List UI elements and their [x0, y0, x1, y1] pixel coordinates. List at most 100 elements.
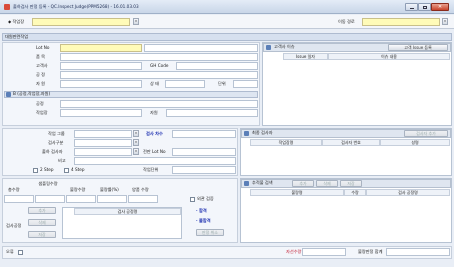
- inspector-col-name[interactable]: 성명: [380, 139, 450, 146]
- pass-label[interactable]: · 합격: [196, 208, 207, 214]
- footer-total-label: 불량판정 합계: [358, 249, 383, 254]
- lot-no-input[interactable]: [60, 44, 142, 52]
- process-label: 공 정: [36, 72, 46, 77]
- process-grid-header[interactable]: 검사 공정명: [74, 208, 181, 215]
- sample-qty-label: 샘플링수량: [38, 181, 58, 186]
- gh-code-label: GH Code: [150, 63, 169, 68]
- sub-resource-input: [166, 109, 258, 117]
- section-title: 대원판련작업: [5, 34, 29, 39]
- defect-rate-input[interactable]: [97, 195, 127, 203]
- section-header: [2, 33, 452, 41]
- route-label: 이동 경로: [338, 19, 355, 24]
- remark-input[interactable]: [74, 157, 236, 165]
- app-icon: [4, 4, 10, 10]
- workplace-input[interactable]: [32, 18, 130, 26]
- fail-label[interactable]: · 불합격: [196, 218, 211, 224]
- close-button[interactable]: ✕: [431, 3, 449, 11]
- lot-no-label: Lot No: [36, 45, 50, 50]
- material-input: [60, 80, 142, 88]
- inspector-input[interactable]: [74, 148, 132, 156]
- maximize-button[interactable]: [418, 3, 431, 11]
- customer-input: [60, 62, 142, 70]
- total-qty-input[interactable]: [4, 195, 34, 203]
- sub-resource-label: 자원: [150, 110, 158, 115]
- defect-panel-title: 추적불 검색: [252, 180, 273, 185]
- defect-col-name[interactable]: 불량명: [250, 189, 344, 196]
- item-label: 품 목: [36, 54, 46, 59]
- step4-checkbox[interactable]: [64, 168, 69, 173]
- process-save-button[interactable]: 저장: [28, 231, 56, 238]
- route-dropdown[interactable]: ▾: [442, 18, 448, 25]
- inspector-icon: [244, 131, 249, 136]
- group-dropdown[interactable]: ▾: [133, 130, 139, 137]
- title-bar: 출하검사 판정 등록 - QC.Inspect Judge(PPM5268) -…: [0, 0, 454, 14]
- footer-defect-label: 자선수량: [286, 249, 302, 254]
- defect-rate-label: 불량률(%): [100, 187, 119, 192]
- issue-register-button[interactable]: 고객 Issue 등록: [388, 44, 448, 51]
- maximize-icon: [423, 6, 427, 9]
- close-icon: ✕: [437, 4, 443, 10]
- work-unit-input[interactable]: [172, 166, 236, 174]
- sub-process-input: [60, 100, 258, 108]
- defect-qty-label: 불량수량: [70, 187, 86, 192]
- error-checkbox[interactable]: [18, 250, 23, 255]
- count-label: 검사 차수: [146, 131, 163, 136]
- add-inspector-button[interactable]: 검사자 추가: [404, 130, 448, 137]
- prev-lot-input[interactable]: [172, 148, 236, 156]
- minimize-button[interactable]: [405, 3, 418, 11]
- inspector-label: 출하 검사자: [42, 149, 63, 154]
- error-label: 오류: [6, 249, 14, 254]
- gh-code-input: [176, 62, 258, 70]
- footer-defect-input: [302, 248, 346, 256]
- issue-panel-title: 고객사 이슈: [274, 44, 295, 49]
- defect-delete-button[interactable]: 삭제: [316, 180, 338, 187]
- sample-qty-input[interactable]: [35, 195, 65, 203]
- type-label: 검사구분: [48, 140, 64, 145]
- chevron-down-icon: ▾: [444, 19, 446, 23]
- unit-input: [233, 80, 258, 88]
- workplace-label: ◆ 작업장: [8, 19, 25, 24]
- route-input[interactable]: [362, 18, 440, 26]
- inspector-col-workplace[interactable]: 작업장명: [250, 139, 322, 146]
- defect-save-button[interactable]: 저장: [340, 180, 362, 187]
- step4-label: 4 Step: [71, 167, 85, 172]
- workplace-dropdown[interactable]: ▾: [133, 18, 139, 25]
- inspector-dropdown[interactable]: ▾: [133, 148, 139, 155]
- defect-icon: [244, 181, 249, 186]
- chevron-down-icon: ▾: [135, 131, 137, 135]
- total-qty-label: 총수량: [8, 187, 20, 192]
- defect-qty-input[interactable]: [66, 195, 96, 203]
- process-add-button[interactable]: 추가: [28, 207, 56, 214]
- inspector-col-number[interactable]: 검사자 번호: [322, 139, 380, 146]
- inspector-panel-title: 최종 검사자: [252, 130, 273, 135]
- step2-checkbox[interactable]: [33, 168, 38, 173]
- good-qty-label: 양품 수량: [132, 187, 149, 192]
- work-unit-label: 작업단위: [143, 167, 159, 172]
- sub-process-label: 공정: [36, 101, 44, 106]
- item-input: [60, 53, 258, 61]
- prev-lot-label: 전판 Lot No: [143, 149, 166, 154]
- lot-no-extra: [144, 44, 258, 52]
- count-input[interactable]: [172, 130, 236, 138]
- checked-label: 외관 검증: [197, 196, 214, 201]
- process-delete-button[interactable]: 삭제: [28, 219, 56, 226]
- cancel-judgement-button[interactable]: 판정 취소: [196, 229, 224, 236]
- footer-bar: [2, 246, 452, 259]
- material-label: 자 원: [36, 81, 46, 86]
- minimize-icon: [410, 8, 414, 9]
- sub-workplace-input: [60, 109, 142, 117]
- issue-col-content[interactable]: 이슈 내용: [328, 53, 450, 60]
- sub-section-title: B (공정,작업장,자원): [13, 91, 51, 96]
- good-qty-input[interactable]: [128, 195, 158, 203]
- group-label: 작업 그룹: [48, 131, 65, 136]
- chevron-down-icon: ▾: [135, 140, 137, 144]
- defect-add-button[interactable]: 추가: [292, 180, 314, 187]
- group-input[interactable]: [74, 130, 132, 138]
- defect-col-qty[interactable]: 수량: [344, 189, 366, 196]
- defect-col-process[interactable]: 검사 공정명: [366, 189, 450, 196]
- checked-checkbox[interactable]: [190, 197, 195, 202]
- status-label: 상 태: [150, 81, 160, 86]
- type-dropdown[interactable]: ▾: [133, 139, 139, 146]
- type-input[interactable]: [74, 139, 132, 147]
- issue-col-date[interactable]: Issue 일자: [283, 53, 328, 60]
